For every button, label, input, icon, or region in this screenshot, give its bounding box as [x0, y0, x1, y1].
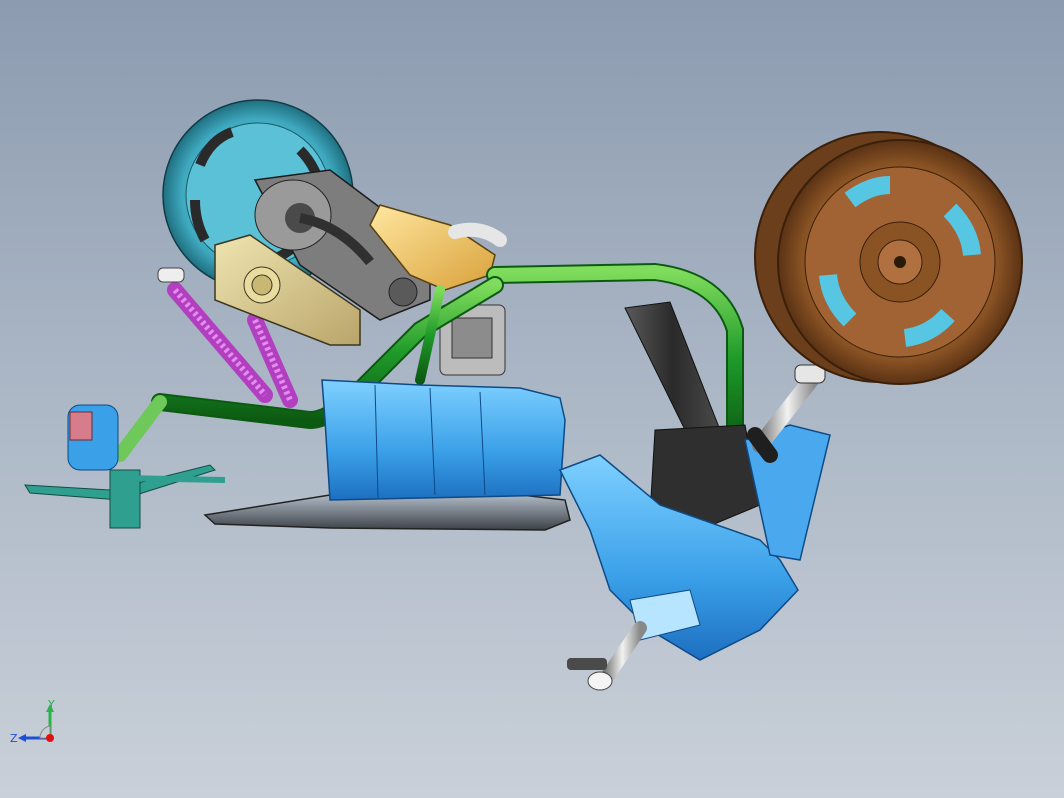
x-axis-dot: [46, 734, 54, 742]
triad-y-label: Y: [47, 700, 55, 711]
triad-z-label: Z: [10, 732, 18, 745]
coordinate-triad: Y Z: [8, 698, 68, 760]
tail-light: [67, 404, 119, 471]
rear-footrest: [24, 464, 226, 529]
body-shell: [321, 379, 566, 501]
cad-viewport[interactable]: Y Z: [0, 0, 1064, 798]
handlebar-stub: [567, 621, 647, 691]
front-wheel: [754, 131, 1023, 385]
scooter-assembly-model[interactable]: [0, 0, 1064, 798]
